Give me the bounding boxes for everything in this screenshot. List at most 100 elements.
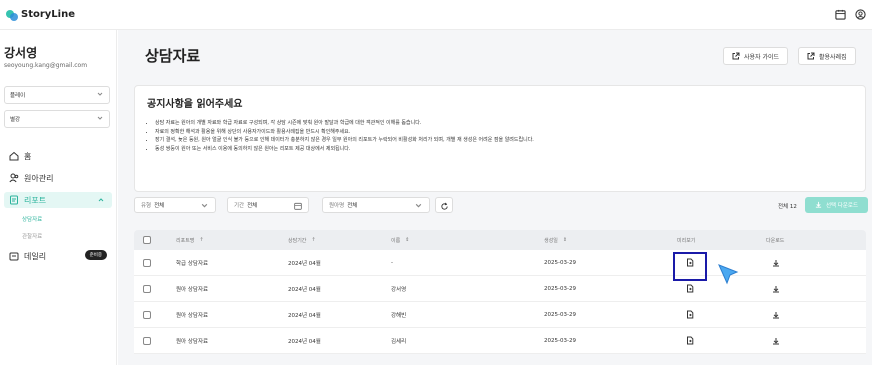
app-name: StoryLine bbox=[21, 9, 76, 20]
external-link-icon bbox=[807, 52, 815, 60]
table-row[interactable]: 학급 상담자료 2024년 04월 - 2025-03-29 bbox=[134, 250, 866, 276]
nav-daily[interactable]: 데일리 준비중 bbox=[4, 248, 112, 264]
sort-updown-icon: ⇕ bbox=[405, 237, 410, 243]
user-name: 강서영 bbox=[4, 46, 38, 60]
header-name[interactable]: 이름 ⇕ bbox=[391, 230, 409, 250]
table-row[interactable]: 원아 상담자료 2024년 04월 강서영 2025-03-29 bbox=[134, 276, 866, 302]
header-period-label: 상담기간 bbox=[288, 237, 307, 244]
refresh-icon bbox=[440, 196, 449, 215]
row-checkbox[interactable] bbox=[143, 258, 151, 267]
total-count: 전체 12 bbox=[778, 204, 797, 210]
top-bar: StoryLine bbox=[0, 0, 872, 30]
app-logo[interactable]: StoryLine bbox=[6, 9, 75, 21]
row-report: 원아 상담자료 bbox=[176, 338, 209, 345]
download-icon[interactable] bbox=[772, 328, 780, 353]
row-report: 학급 상담자료 bbox=[176, 260, 209, 267]
user-guide-button[interactable]: 사용자 가이드 bbox=[723, 47, 789, 65]
type-filter[interactable]: 유형 전체 bbox=[134, 197, 216, 213]
preview-icon[interactable] bbox=[686, 328, 694, 353]
nav-children-label: 원아관리 bbox=[24, 173, 54, 183]
sub-nav-counseling[interactable]: 상담자료 bbox=[22, 215, 42, 223]
header-report[interactable]: 리포트명 ↑ bbox=[176, 230, 204, 250]
period-filter-value: 전체 bbox=[247, 203, 258, 209]
row-period: 2024년 04월 bbox=[288, 286, 321, 293]
reports-table: 리포트명 ↑ 상담기간 ↑ 이름 ⇕ 생성일 ⇕ 미리보기 다운로드 학급 상담자료 2… bbox=[134, 230, 866, 354]
nav-daily-label: 데일리 bbox=[24, 251, 47, 261]
refresh-button[interactable] bbox=[435, 197, 453, 213]
main-content: 상담자료 사용자 가이드 활용사례집 공지사항을 읽어주세요 상담 자료는 원아… bbox=[118, 30, 872, 365]
type-filter-value: 전체 bbox=[154, 203, 165, 209]
preview-icon[interactable] bbox=[686, 302, 694, 327]
row-checkbox[interactable] bbox=[143, 336, 151, 345]
notice-item: 동성 쌍둥이 원아 또는 서비스 이용에 동의하지 않은 원아는 리포트 제공 … bbox=[155, 145, 534, 154]
select-all-checkbox[interactable] bbox=[143, 236, 151, 244]
chevron-up-icon bbox=[98, 196, 104, 205]
chevron-down-icon bbox=[97, 115, 103, 123]
period-filter-label: 기간 bbox=[234, 203, 245, 209]
notice-item: 상담 자료는 원아의 개별 자료와 학급 자료로 구성되며, 각 상담 시즌에 … bbox=[155, 119, 534, 128]
download-selected-button[interactable]: 선택 다운로드 bbox=[805, 197, 868, 213]
nav-report[interactable]: 리포트 bbox=[4, 192, 112, 208]
download-icon[interactable] bbox=[772, 250, 780, 275]
row-name: 강해빈 bbox=[391, 312, 407, 319]
notice-item: 자료의 정확한 해석과 활용을 위해 상단의 사용자가이드와 활용사례집을 반드… bbox=[155, 128, 534, 137]
row-period: 2024년 04월 bbox=[288, 312, 321, 319]
row-created: 2025-03-29 bbox=[544, 337, 576, 344]
table-row[interactable]: 원아 상담자료 2024년 04월 강해빈 2025-03-29 bbox=[134, 302, 866, 328]
users-icon bbox=[9, 173, 19, 183]
header-preview: 미리보기 bbox=[677, 237, 696, 244]
pointer-cursor-icon bbox=[717, 263, 741, 287]
period-filter[interactable]: 기간 전체 bbox=[227, 197, 309, 213]
row-created: 2025-03-29 bbox=[544, 311, 576, 318]
institution-select-value: 플레이 bbox=[10, 93, 26, 99]
page-title: 상담자료 bbox=[145, 47, 201, 65]
home-icon bbox=[9, 151, 19, 161]
header-created[interactable]: 생성일 ⇕ bbox=[544, 230, 567, 250]
sub-nav-observation[interactable]: 관찰자료 bbox=[22, 232, 42, 240]
child-name-filter[interactable]: 원아명 전체 bbox=[322, 197, 430, 213]
download-icon bbox=[815, 201, 822, 210]
row-period: 2024년 04월 bbox=[288, 338, 321, 345]
sort-updown-icon: ⇕ bbox=[562, 237, 568, 243]
calendar-icon bbox=[293, 201, 302, 210]
nav-report-label: 리포트 bbox=[24, 195, 47, 205]
institution-select[interactable]: 플레이 bbox=[4, 86, 110, 104]
download-icon[interactable] bbox=[772, 276, 780, 301]
row-period: 2024년 04월 bbox=[288, 260, 321, 267]
row-report: 원아 상담자료 bbox=[176, 312, 209, 319]
daily-icon bbox=[9, 251, 19, 261]
use-cases-button[interactable]: 활용사례집 bbox=[798, 47, 856, 65]
chevron-down-icon bbox=[97, 91, 103, 99]
header-name-label: 이름 bbox=[391, 237, 401, 244]
download-selected-label: 선택 다운로드 bbox=[825, 203, 859, 209]
row-name: 김세리 bbox=[391, 338, 407, 345]
header-period[interactable]: 상담기간 ↑ bbox=[288, 230, 316, 250]
nav-children[interactable]: 원아관리 bbox=[4, 170, 112, 186]
row-name: - bbox=[391, 259, 393, 266]
row-created: 2025-03-29 bbox=[544, 285, 576, 292]
type-filter-label: 유형 bbox=[141, 203, 152, 209]
row-checkbox[interactable] bbox=[143, 310, 151, 319]
child-filter-value: 전체 bbox=[347, 203, 358, 209]
calendar-icon[interactable] bbox=[834, 8, 846, 20]
chevron-down-icon bbox=[200, 201, 209, 210]
row-checkbox[interactable] bbox=[143, 284, 151, 293]
nav-home[interactable]: 홈 bbox=[4, 148, 112, 164]
header-download: 다운로드 bbox=[766, 237, 785, 244]
user-guide-label: 사용자 가이드 bbox=[744, 53, 780, 61]
account-icon[interactable] bbox=[854, 8, 866, 20]
sort-arrow-icon: ↑ bbox=[311, 237, 316, 243]
notice-item: 장기 결석, 늦은 등원, 원아 얼굴 인식 불가 등으로 인해 데이터가 충분… bbox=[155, 136, 534, 145]
notice-title: 공지사항을 읽어주세요 bbox=[147, 99, 243, 110]
coming-soon-badge: 준비중 bbox=[84, 250, 107, 260]
download-icon[interactable] bbox=[772, 302, 780, 327]
class-select[interactable]: 별강 bbox=[4, 110, 110, 128]
logo-mark-icon bbox=[6, 9, 18, 21]
table-row[interactable]: 원아 상담자료 2024년 04월 김세리 2025-03-29 bbox=[134, 328, 866, 354]
user-email: seoyoung.kang@gmail.com bbox=[4, 62, 88, 69]
row-name: 강서영 bbox=[391, 286, 407, 293]
row-report: 원아 상담자료 bbox=[176, 286, 209, 293]
row-created: 2025-03-29 bbox=[544, 259, 576, 266]
sidebar: 강서영 seoyoung.kang@gmail.com 플레이 별강 홈 원아관… bbox=[0, 30, 117, 365]
child-filter-label: 원아명 bbox=[329, 203, 345, 209]
